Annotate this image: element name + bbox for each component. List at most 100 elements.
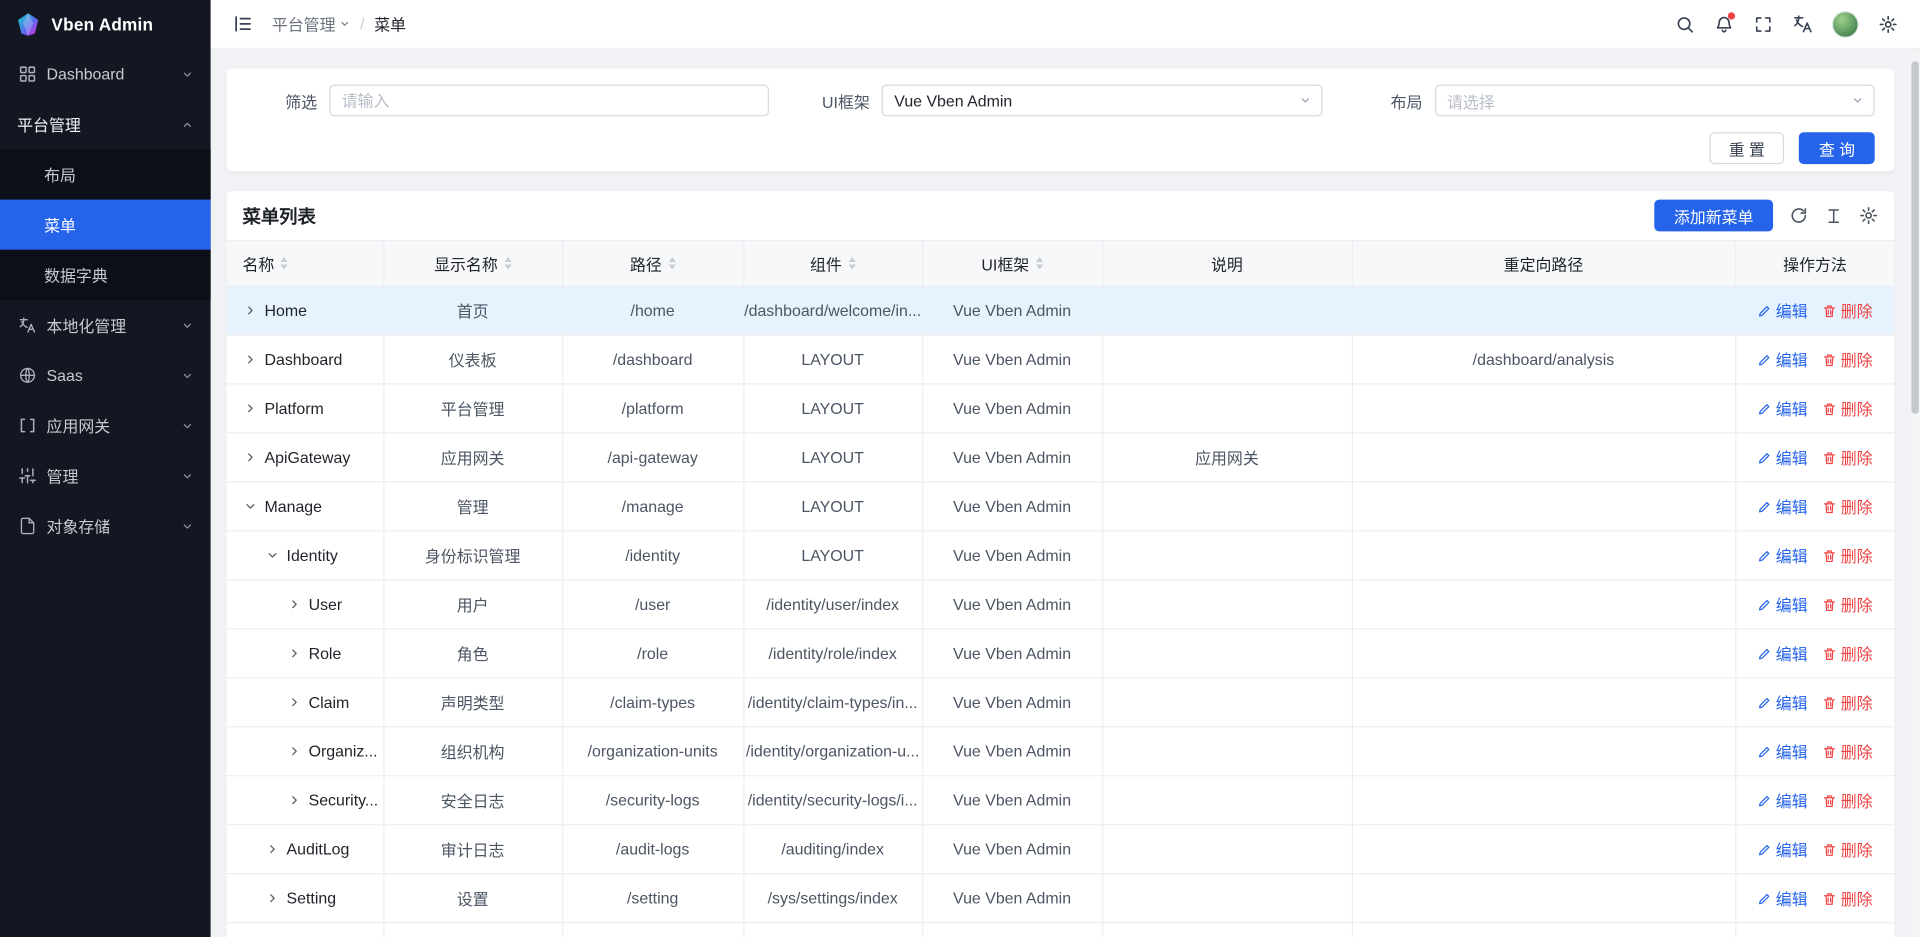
sort-icon[interactable] — [1035, 257, 1042, 269]
edit-button[interactable]: 编辑 — [1757, 593, 1807, 616]
pencil-icon — [1757, 891, 1772, 906]
sidebar-item-manage[interactable]: 管理 — [0, 451, 211, 501]
search-icon[interactable] — [1668, 7, 1702, 41]
row-expand-caret-icon[interactable] — [264, 841, 280, 857]
delete-button[interactable]: 删除 — [1822, 740, 1872, 763]
settings-gear-icon[interactable] — [1871, 7, 1905, 41]
framework-select[interactable]: Vue Vben Admin — [882, 84, 1322, 116]
delete-button[interactable]: 删除 — [1822, 397, 1872, 420]
table-row[interactable]: Manage管理/manageLAYOUTVue Vben Admin编辑删除 — [227, 482, 1895, 531]
fullscreen-icon[interactable] — [1746, 7, 1780, 41]
delete-button[interactable]: 删除 — [1822, 642, 1872, 665]
trash-icon — [1822, 450, 1837, 465]
row-expand-caret-icon[interactable] — [287, 743, 303, 759]
sidebar-item-localization[interactable]: 本地化管理 — [0, 300, 211, 350]
row-expand-caret-icon[interactable] — [287, 596, 303, 612]
add-menu-button[interactable]: 添加新菜单 — [1654, 200, 1773, 232]
row-expand-caret-icon[interactable] — [242, 351, 258, 367]
table-row[interactable]: Identity身份标识管理/identityLAYOUTVue Vben Ad… — [227, 531, 1895, 580]
layout-select[interactable]: 请选择 — [1435, 84, 1875, 116]
edit-button[interactable]: 编辑 — [1757, 740, 1807, 763]
column-header-2[interactable]: 路径 — [562, 241, 743, 286]
table-row[interactable]: ApiGateway应用网关/api-gatewayLAYOUTVue Vben… — [227, 433, 1895, 482]
language-switch-icon[interactable] — [1785, 7, 1819, 41]
delete-button[interactable]: 删除 — [1822, 348, 1872, 371]
edit-button[interactable]: 编辑 — [1757, 789, 1807, 812]
edit-button[interactable]: 编辑 — [1757, 446, 1807, 469]
sidebar-item-menu[interactable]: 菜单 — [0, 200, 211, 250]
table-row[interactable]: Security...安全日志/security-logs/identity/s… — [227, 776, 1895, 825]
reset-button[interactable]: 重 置 — [1709, 132, 1784, 164]
notification-bell-icon[interactable] — [1707, 7, 1741, 41]
delete-button[interactable]: 删除 — [1822, 495, 1872, 518]
table-row[interactable]: Home首页/home/dashboard/welcome/in...Vue V… — [227, 286, 1895, 335]
sort-icon[interactable] — [668, 257, 675, 269]
table-row[interactable]: Claim声明类型/claim-types/identity/claim-typ… — [227, 678, 1895, 727]
logo[interactable]: Vben Admin — [0, 0, 211, 49]
column-header-0[interactable]: 名称 — [227, 241, 384, 286]
sort-icon[interactable] — [280, 257, 287, 269]
edit-button[interactable]: 编辑 — [1757, 691, 1807, 714]
column-header-1[interactable]: 显示名称 — [383, 241, 562, 286]
table-row[interactable]: User用户/user/identity/user/indexVue Vben … — [227, 580, 1895, 629]
delete-button[interactable]: 删除 — [1822, 838, 1872, 861]
sidebar-item-storage[interactable]: 对象存储 — [0, 501, 211, 551]
delete-button[interactable]: 删除 — [1822, 789, 1872, 812]
sidebar-item-platform[interactable]: 平台管理 — [0, 99, 211, 149]
sidebar-item-dashboard[interactable]: Dashboard — [0, 49, 211, 99]
delete-button[interactable]: 删除 — [1822, 446, 1872, 469]
sort-icon[interactable] — [504, 257, 511, 269]
sidebar-item-saas[interactable]: Saas — [0, 350, 211, 400]
row-expand-caret-icon[interactable] — [264, 547, 280, 563]
edit-button[interactable]: 编辑 — [1757, 348, 1807, 371]
row-expand-caret-icon[interactable] — [242, 302, 258, 318]
sidebar-item-dictionary[interactable]: 数据字典 — [0, 250, 211, 300]
breadcrumb-item-parent[interactable]: 平台管理 — [272, 12, 350, 35]
cell-redirect — [1352, 482, 1735, 531]
sidebar-collapse-icon[interactable] — [225, 7, 259, 41]
scrollbar-thumb[interactable] — [1911, 61, 1918, 414]
filter-keyword-input[interactable] — [329, 84, 769, 116]
cell-description: 应用网关 — [1102, 433, 1352, 482]
column-header-3[interactable]: 组件 — [743, 241, 922, 286]
refresh-icon[interactable] — [1789, 206, 1809, 226]
edit-button[interactable]: 编辑 — [1757, 495, 1807, 518]
row-expand-caret-icon[interactable] — [287, 792, 303, 808]
table-toolbar-actions: 添加新菜单 — [1654, 200, 1878, 232]
table-row[interactable]: AuditLog审计日志/audit-logs/auditing/indexVu… — [227, 825, 1895, 874]
delete-button[interactable]: 删除 — [1822, 887, 1872, 910]
filter-group-framework: UI框架 Vue Vben Admin — [799, 84, 1322, 116]
table-row[interactable]: Organiz...组织机构/organization-units/identi… — [227, 727, 1895, 776]
delete-button[interactable]: 删除 — [1822, 691, 1872, 714]
table-row[interactable]: Role角色/role/identity/role/indexVue Vben … — [227, 629, 1895, 678]
table-row[interactable]: Setting设置/setting/sys/settings/indexVue … — [227, 874, 1895, 923]
edit-button[interactable]: 编辑 — [1757, 642, 1807, 665]
sidebar-item-gateway[interactable]: 应用网关 — [0, 400, 211, 450]
row-expand-caret-icon[interactable] — [264, 890, 280, 906]
table-toolbar: 菜单列表 添加新菜单 — [227, 191, 1895, 240]
edit-button[interactable]: 编辑 — [1757, 544, 1807, 567]
row-height-icon[interactable] — [1825, 206, 1843, 224]
edit-button[interactable]: 编辑 — [1757, 838, 1807, 861]
edit-button[interactable]: 编辑 — [1757, 299, 1807, 322]
row-expand-caret-icon[interactable] — [242, 449, 258, 465]
column-header-7: 操作方法 — [1735, 241, 1894, 286]
column-settings-gear-icon[interactable] — [1859, 206, 1879, 226]
row-expand-caret-icon[interactable] — [287, 694, 303, 710]
delete-button[interactable]: 删除 — [1822, 299, 1872, 322]
table-row[interactable]: Dashboard仪表板/dashboardLAYOUTVue Vben Adm… — [227, 335, 1895, 384]
row-expand-caret-icon[interactable] — [242, 498, 258, 514]
sidebar-item-layout[interactable]: 布局 — [0, 149, 211, 199]
row-expand-caret-icon[interactable] — [242, 400, 258, 416]
sort-icon[interactable] — [848, 257, 855, 269]
edit-button[interactable]: 编辑 — [1757, 887, 1807, 910]
column-header-4[interactable]: UI框架 — [922, 241, 1102, 286]
vertical-scrollbar[interactable] — [1910, 50, 1920, 937]
table-row[interactable]: Platform平台管理/platformLAYOUTVue Vben Admi… — [227, 384, 1895, 433]
row-expand-caret-icon[interactable] — [287, 645, 303, 661]
user-avatar[interactable] — [1832, 10, 1859, 37]
query-button[interactable]: 查 询 — [1799, 132, 1874, 164]
edit-button[interactable]: 编辑 — [1757, 397, 1807, 420]
delete-button[interactable]: 删除 — [1822, 593, 1872, 616]
delete-button[interactable]: 删除 — [1822, 544, 1872, 567]
